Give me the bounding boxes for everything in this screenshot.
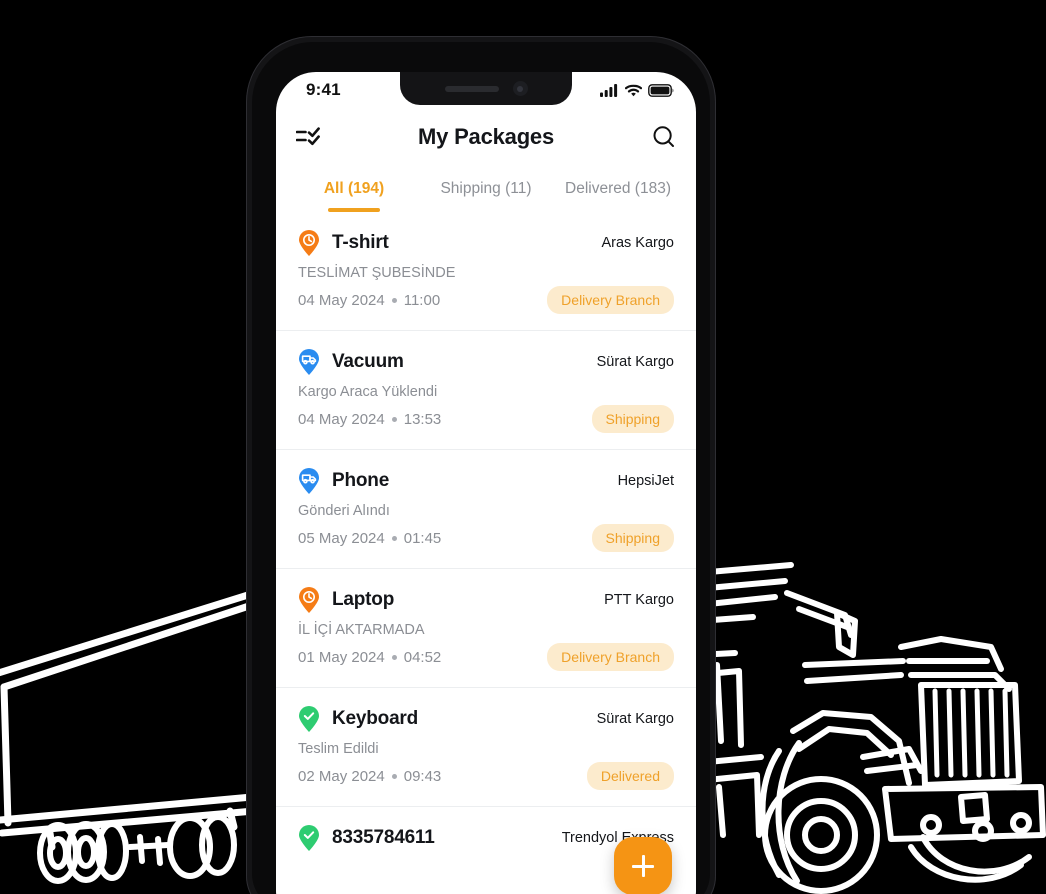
package-row-header: Vacuum Sürat Kargo <box>298 349 674 375</box>
package-carrier: Sürat Kargo <box>596 711 674 727</box>
package-carrier: PTT Kargo <box>604 592 674 608</box>
package-status-text: İL İÇİ AKTARMADA <box>298 622 425 638</box>
tab-all[interactable]: All (194) <box>288 180 420 212</box>
package-row-header: Keyboard Sürat Kargo <box>298 706 674 732</box>
package-carrier: Sürat Kargo <box>596 354 674 370</box>
page-title: My Packages <box>418 124 554 149</box>
package-row-footer: 02 May 2024 09:43 Delivered <box>298 762 674 790</box>
tab-shipping[interactable]: Shipping (11) <box>420 180 552 212</box>
cellular-signal-icon <box>600 83 618 97</box>
package-datetime: 04 May 2024 13:53 <box>298 411 441 428</box>
package-time: 01:45 <box>403 529 442 547</box>
package-date: 04 May 2024 <box>298 410 385 428</box>
package-row-footer: 01 May 2024 04:52 Delivery Branch <box>298 643 674 671</box>
screenshot-canvas: 9:41 My Packages All (194) Shipping (11)… <box>0 0 1046 894</box>
package-name: Keyboard <box>332 708 419 729</box>
package-row[interactable]: T-shirt Aras Kargo TESLİMAT ŞUBESİNDE 04 Ma… <box>276 212 696 330</box>
search-button[interactable] <box>642 122 676 152</box>
earpiece-speaker <box>444 85 499 92</box>
package-date: 04 May 2024 <box>298 291 385 309</box>
filter-tabs: All (194) Shipping (11) Delivered (183) <box>276 180 696 212</box>
package-datetime: 01 May 2024 04:52 <box>298 649 441 666</box>
separator-dot <box>391 535 397 541</box>
package-row[interactable]: Keyboard Sürat Kargo Teslim Edildi 02 May 2… <box>276 687 696 806</box>
search-icon <box>653 126 674 147</box>
package-carrier: Aras Kargo <box>601 235 674 251</box>
package-status-text: TESLİMAT ŞUBESİNDE <box>298 265 456 281</box>
package-status-badge: Delivery Branch <box>547 286 674 314</box>
truck-illustration <box>695 562 1046 894</box>
plus-icon <box>632 855 654 877</box>
status-bar-icons <box>600 83 674 97</box>
package-name: Vacuum <box>332 351 404 372</box>
separator-dot <box>391 773 397 779</box>
package-datetime: 04 May 2024 11:00 <box>298 292 440 309</box>
package-status-text: Teslim Edildi <box>298 741 379 757</box>
pin-truck-icon <box>299 349 319 375</box>
package-status-pin <box>298 468 320 494</box>
package-status-pin <box>298 706 320 732</box>
package-name: T-shirt <box>332 232 389 253</box>
package-row-header: Laptop PTT Kargo <box>298 587 674 613</box>
package-status-badge: Delivery Branch <box>547 643 674 671</box>
package-row[interactable]: Laptop PTT Kargo İL İÇİ AKTARMADA 01 May 20… <box>276 568 696 687</box>
wifi-icon <box>625 84 642 96</box>
phone-bezel: 9:41 My Packages All (194) Shipping (11)… <box>252 42 710 894</box>
phone-mockup: 9:41 My Packages All (194) Shipping (11)… <box>246 36 716 894</box>
pin-clock-icon <box>299 230 319 256</box>
pin-check-icon <box>299 825 319 851</box>
package-carrier: HepsiJet <box>617 473 674 489</box>
package-time: 13:53 <box>403 410 442 428</box>
package-status-pin <box>298 230 320 256</box>
package-date: 02 May 2024 <box>298 767 385 785</box>
pin-truck-icon <box>299 468 319 494</box>
package-status-pin <box>298 349 320 375</box>
package-status-text: Gönderi Alındı <box>298 503 390 519</box>
battery-icon <box>648 83 674 97</box>
phone-screen: 9:41 My Packages All (194) Shipping (11)… <box>276 72 696 894</box>
package-list: T-shirt Aras Kargo TESLİMAT ŞUBESİNDE 04 Ma… <box>276 212 696 867</box>
package-row[interactable]: Vacuum Sürat Kargo Kargo Araca Yüklendi 04 … <box>276 330 696 449</box>
package-status-pin <box>298 825 320 851</box>
menu-button[interactable] <box>296 122 330 152</box>
package-datetime: 02 May 2024 09:43 <box>298 768 441 785</box>
front-camera-icon <box>512 81 528 96</box>
package-status-pin <box>298 587 320 613</box>
pin-check-icon <box>299 706 319 732</box>
phone-notch <box>400 72 572 105</box>
package-status-text: Kargo Araca Yüklendi <box>298 384 438 400</box>
package-datetime: 05 May 2024 01:45 <box>298 530 441 547</box>
package-time: 09:43 <box>403 767 442 785</box>
list-check-icon <box>296 127 320 146</box>
status-bar-clock: 9:41 <box>306 80 341 99</box>
package-row-footer: 04 May 2024 13:53 Shipping <box>298 405 674 433</box>
pin-clock-icon <box>299 587 319 613</box>
package-time: 11:00 <box>403 291 441 309</box>
package-name: 8335784611 <box>332 827 435 848</box>
tab-delivered[interactable]: Delivered (183) <box>552 180 684 212</box>
package-status-badge: Shipping <box>591 524 674 552</box>
package-row-header: Phone HepsiJet <box>298 468 674 494</box>
separator-dot <box>391 654 397 660</box>
package-name: Laptop <box>332 589 395 610</box>
package-status-badge: Shipping <box>591 405 674 433</box>
separator-dot <box>391 297 397 303</box>
package-row-footer: 04 May 2024 11:00 Delivery Branch <box>298 286 674 314</box>
add-package-button[interactable] <box>614 837 672 894</box>
package-row-footer: 05 May 2024 01:45 Shipping <box>298 524 674 552</box>
package-row[interactable]: Phone HepsiJet Gönderi Alındı 05 May 2024 01… <box>276 449 696 568</box>
package-row-header: T-shirt Aras Kargo <box>298 230 674 256</box>
separator-dot <box>391 416 397 422</box>
package-time: 04:52 <box>403 648 442 666</box>
app-header: My Packages <box>276 108 696 166</box>
package-name: Phone <box>332 470 390 491</box>
package-date: 01 May 2024 <box>298 648 385 666</box>
package-status-badge: Delivered <box>586 762 674 790</box>
package-date: 05 May 2024 <box>298 529 385 547</box>
